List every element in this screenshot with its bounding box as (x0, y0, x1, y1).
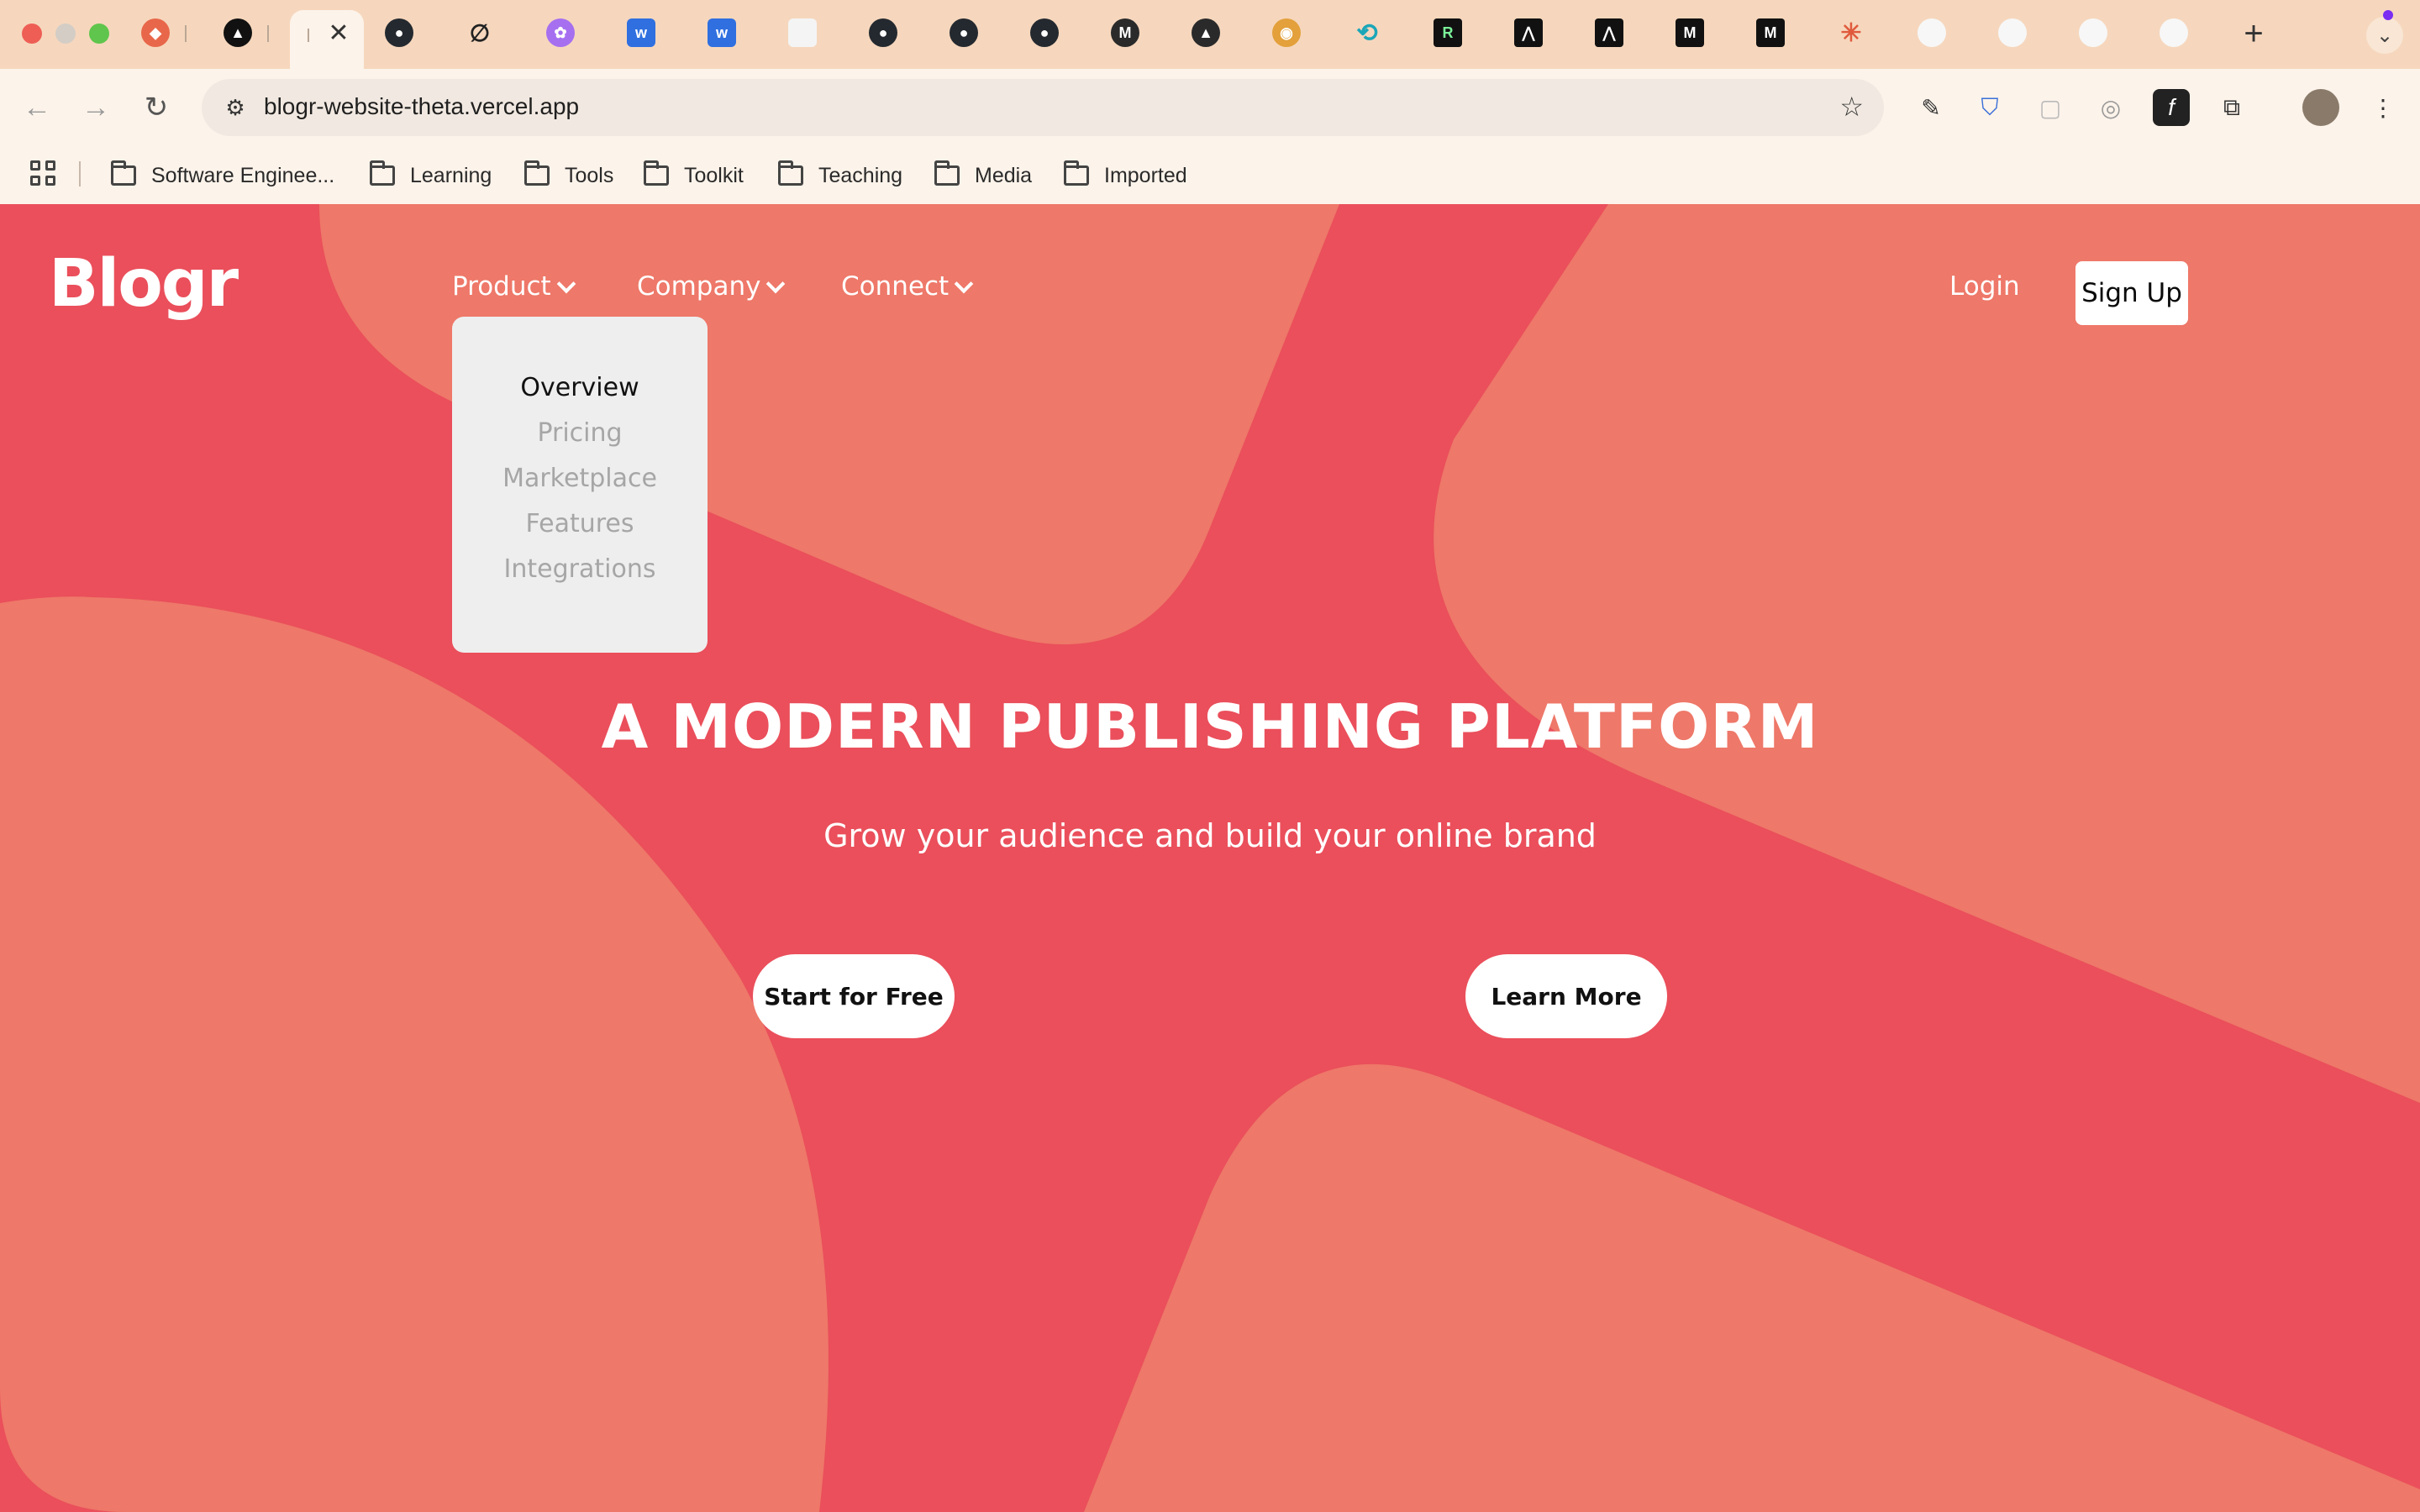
bookmark-folder[interactable]: Teaching (778, 160, 903, 190)
close-tab-icon[interactable]: ✕ (324, 18, 353, 47)
extensions-puzzle-icon[interactable]: ⧉ (2213, 89, 2250, 126)
product-dropdown-menu: Overview Pricing Marketplace Features In… (452, 317, 708, 653)
github-icon[interactable]: ● (385, 18, 413, 47)
tab-favicon-icon[interactable]: M (1111, 18, 1139, 47)
minimize-window-button[interactable] (55, 24, 76, 44)
tab-favicon-icon[interactable]: ✿ (546, 18, 575, 47)
tab-favicon-icon[interactable]: ⟲ (1353, 18, 1381, 47)
tab-favicon-icon[interactable]: R (1434, 18, 1462, 47)
tab-favicon-icon[interactable]: ◆ (141, 18, 170, 47)
bookmark-label: Media (975, 163, 1033, 187)
folder-icon (644, 160, 669, 186)
extension-fonts-icon[interactable]: f (2153, 89, 2190, 126)
extension-shield-icon[interactable]: ⛉ (1971, 89, 2008, 126)
bookmark-label: Toolkit (684, 163, 744, 187)
tab-favicon-icon[interactable]: ⋀ (1514, 18, 1543, 47)
extension-icon[interactable]: ▢ (2032, 89, 2069, 126)
maximize-window-button[interactable] (89, 24, 109, 44)
nav-label: Connect (841, 271, 950, 302)
chevron-down-icon (556, 274, 576, 294)
bookmark-folder[interactable]: Software Enginee... (111, 160, 335, 190)
extension-icon[interactable]: ◎ (2092, 89, 2129, 126)
hero-subtitle: Grow your audience and build your online… (823, 817, 1597, 854)
notification-dot (2383, 10, 2393, 20)
folder-icon (1064, 160, 1089, 186)
site-settings-icon[interactable]: ⚙ (218, 91, 252, 124)
tab-favicon-icon[interactable] (1918, 18, 1946, 47)
bookmark-folder[interactable]: Imported (1064, 160, 1187, 190)
nav-label: Company (637, 271, 761, 302)
github-icon[interactable]: ● (869, 18, 897, 47)
github-icon[interactable]: ● (950, 18, 978, 47)
tab-separator (185, 25, 187, 42)
tab-separator (267, 25, 269, 42)
new-tab-icon[interactable]: + (2235, 15, 2272, 52)
folder-icon (370, 160, 395, 186)
nav-label: Product (452, 271, 551, 302)
bookmark-label: Tools (565, 163, 614, 187)
profile-avatar[interactable] (2302, 89, 2339, 126)
address-bar[interactable]: ⚙ blogr-website-theta.vercel.app ☆ (202, 79, 1884, 136)
browser-chrome: ◆ ▲ ✕ ● ∅ ✿ w w ● ● ● M ▲ ◉ ⟲ R ⋀ ⋀ M M … (0, 0, 2420, 204)
nav-product[interactable]: Product (452, 271, 576, 302)
forward-icon[interactable]: → (77, 89, 114, 126)
tab-favicon-icon[interactable] (1998, 18, 2027, 47)
bookmark-folder[interactable]: Learning (370, 160, 492, 190)
github-icon[interactable]: ● (1030, 18, 1059, 47)
tab-favicon-icon[interactable]: w (708, 18, 736, 47)
folder-icon (934, 160, 960, 186)
folder-icon (778, 160, 803, 186)
site-logo[interactable]: Blogr (49, 246, 239, 322)
bookmark-label: Learning (410, 163, 492, 187)
tab-favicon-icon[interactable] (788, 18, 817, 47)
tab-favicon-icon[interactable] (2160, 18, 2188, 47)
tab-favicon-icon[interactable]: M (1676, 18, 1704, 47)
dropdown-item-pricing[interactable]: Pricing (452, 411, 708, 456)
start-for-free-button[interactable]: Start for Free (753, 954, 955, 1038)
dropdown-item-overview[interactable]: Overview (452, 365, 708, 411)
folder-icon (111, 160, 136, 186)
tab-favicon-icon[interactable]: ∅ (466, 18, 494, 47)
tab-favicon-icon[interactable]: ▲ (224, 18, 252, 47)
signup-button[interactable]: Sign Up (2075, 261, 2188, 325)
dropdown-item-marketplace[interactable]: Marketplace (452, 456, 708, 501)
tab-favicon-icon[interactable]: w (627, 18, 655, 47)
blogr-page: Blogr Product Company Connect Login Sign… (0, 204, 2420, 1512)
bookmark-folder[interactable]: Media (934, 160, 1033, 190)
bookmark-folder[interactable]: Tools (524, 160, 614, 190)
nav-connect[interactable]: Connect (841, 271, 974, 302)
tab-search-icon[interactable]: ⌄ (2366, 17, 2403, 54)
tab-favicon-icon[interactable]: ◉ (1272, 18, 1301, 47)
chevron-down-icon (954, 274, 974, 294)
login-link[interactable]: Login (1949, 271, 2020, 302)
bookmarks-bar: Software Enginee... Learning Tools Toolk… (0, 153, 2420, 195)
learn-more-button[interactable]: Learn More (1465, 954, 1667, 1038)
extension-dropper-icon[interactable]: ✎ (1912, 89, 1949, 126)
dropdown-item-integrations[interactable]: Integrations (452, 547, 708, 592)
folder-icon (524, 160, 550, 186)
nav-company[interactable]: Company (637, 271, 786, 302)
bookmark-folder[interactable]: Toolkit (644, 160, 744, 190)
dropdown-item-features[interactable]: Features (452, 501, 708, 547)
url-text[interactable]: blogr-website-theta.vercel.app (264, 93, 579, 120)
close-window-button[interactable] (22, 24, 42, 44)
bookmark-label: Software Enginee... (151, 163, 335, 187)
chevron-down-icon (766, 274, 786, 294)
reload-icon[interactable]: ↻ (138, 89, 175, 126)
bookmark-label: Teaching (818, 163, 903, 187)
tab-separator (308, 29, 309, 42)
tab-favicon-icon[interactable]: ⋀ (1595, 18, 1623, 47)
hero-background-pattern (0, 204, 2420, 1512)
tab-favicon-icon[interactable]: ▲ (1192, 18, 1220, 47)
tab-strip: ◆ ▲ ✕ ● ∅ ✿ w w ● ● ● M ▲ ◉ ⟲ R ⋀ ⋀ M M … (0, 0, 2420, 69)
tab-favicon-icon[interactable] (2079, 18, 2107, 47)
tab-favicon-icon[interactable]: ✳ (1837, 18, 1865, 47)
bookmark-star-icon[interactable]: ☆ (1839, 91, 1864, 123)
bookmark-label: Imported (1104, 163, 1187, 187)
tab-favicon-icon[interactable]: M (1756, 18, 1785, 47)
hero-title: A MODERN PUBLISHING PLATFORM (601, 691, 1819, 762)
back-icon[interactable]: ← (18, 89, 55, 126)
browser-menu-icon[interactable]: ⋮ (2365, 89, 2402, 126)
